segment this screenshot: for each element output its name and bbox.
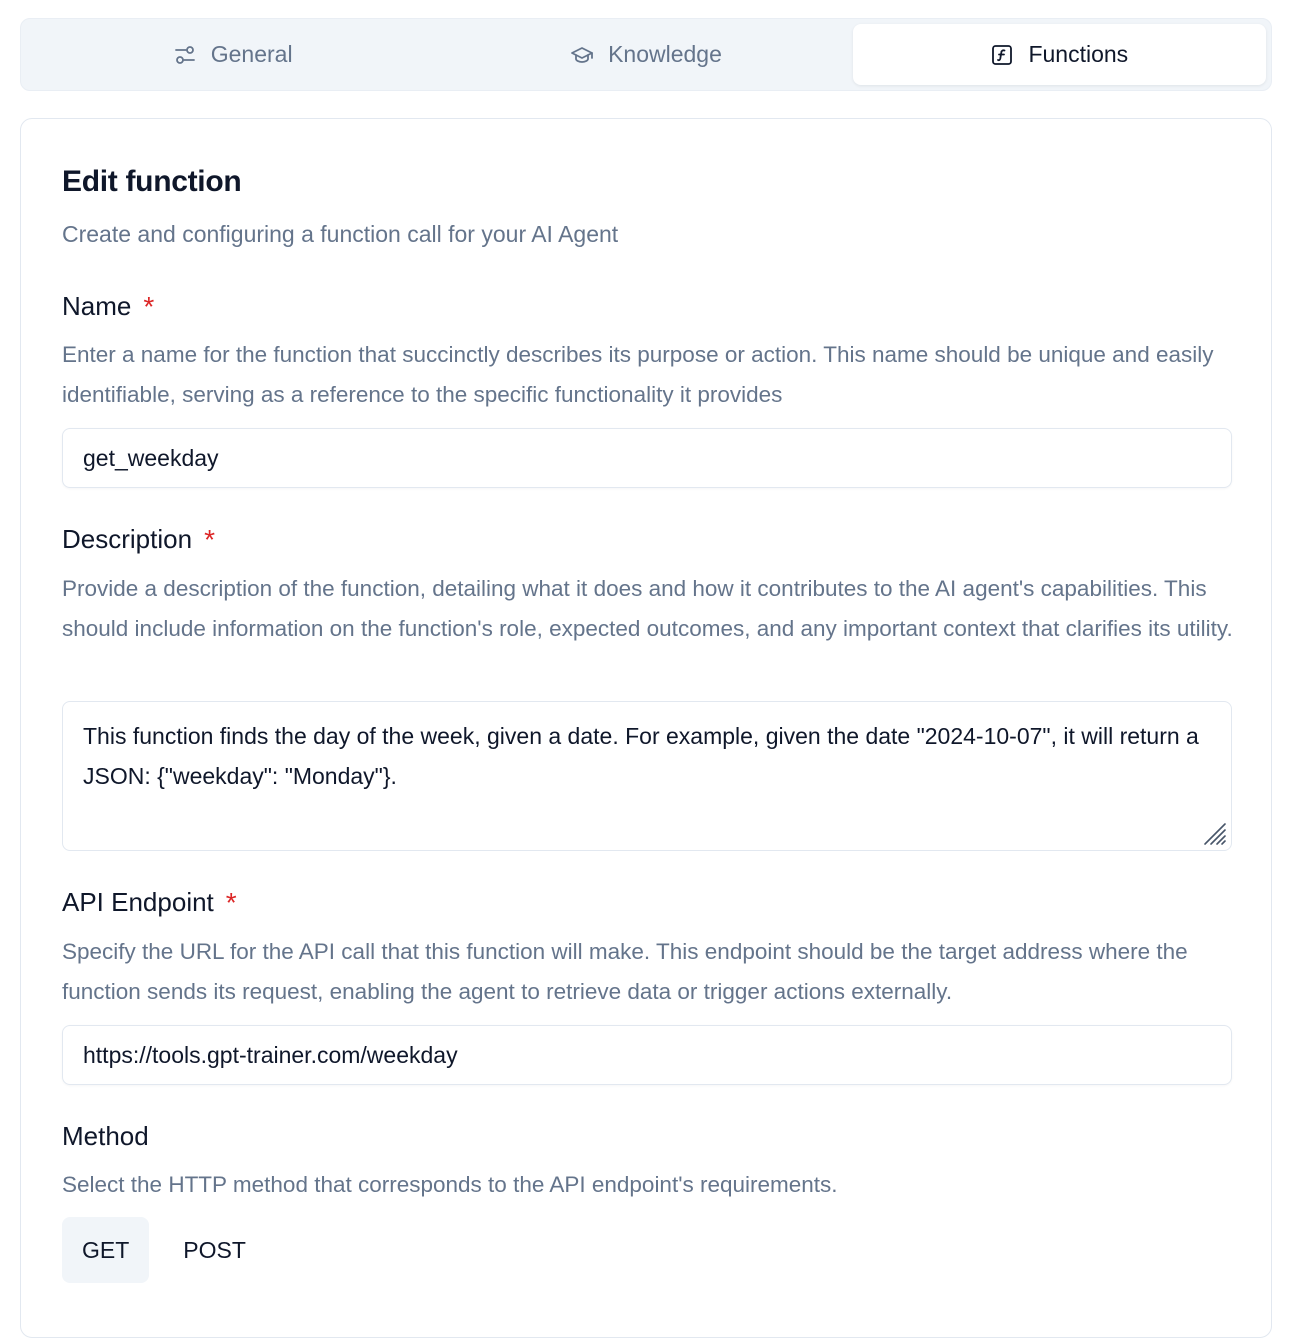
- endpoint-help: Specify the URL for the API call that th…: [62, 939, 1188, 1004]
- endpoint-input-value: https://tools.gpt-trainer.com/weekday: [83, 1041, 458, 1068]
- endpoint-label: API Endpoint *: [62, 887, 237, 918]
- page-title: Edit function: [62, 165, 242, 198]
- tab-functions[interactable]: Functions: [852, 24, 1266, 85]
- tab-bar: General Knowledge Functions: [20, 18, 1272, 91]
- page-subtitle: Create and configuring a function call f…: [62, 221, 619, 247]
- name-help: Enter a name for the function that succi…: [62, 342, 1214, 407]
- description-textarea[interactable]: This function finds the day of the week,…: [62, 701, 1232, 851]
- tab-knowledge-label: Knowledge: [608, 41, 722, 67]
- method-get-button[interactable]: GET: [62, 1217, 150, 1283]
- endpoint-input[interactable]: https://tools.gpt-trainer.com/weekday: [62, 1025, 1232, 1085]
- resize-handle-icon[interactable]: [1203, 822, 1227, 846]
- method-label: Method: [62, 1121, 149, 1152]
- tab-general-label: General: [210, 41, 293, 67]
- description-label-text: Description: [62, 524, 193, 554]
- required-asterisk: *: [225, 886, 237, 918]
- method-selector: GET POST: [62, 1217, 266, 1283]
- name-label: Name *: [62, 291, 154, 322]
- description-label: Description *: [62, 524, 215, 555]
- tab-functions-label: Functions: [1028, 41, 1129, 67]
- tab-knowledge[interactable]: Knowledge: [439, 24, 852, 85]
- required-asterisk: *: [143, 290, 155, 322]
- function-square-icon: [992, 44, 1013, 65]
- method-post-button[interactable]: POST: [163, 1217, 266, 1283]
- tab-general[interactable]: General: [26, 24, 439, 85]
- method-help: Select the HTTP method that corresponds …: [62, 1172, 838, 1197]
- name-label-text: Name: [62, 291, 132, 321]
- description-help: Provide a description of the function, d…: [62, 576, 1233, 641]
- graduation-cap-icon: [571, 46, 593, 63]
- description-textarea-value: This function finds the day of the week,…: [83, 723, 1199, 789]
- endpoint-label-text: API Endpoint: [62, 887, 214, 917]
- required-asterisk: *: [204, 523, 215, 555]
- name-input-value: get_weekday: [83, 444, 219, 471]
- sliders-icon: [174, 45, 195, 64]
- method-label-text: Method: [62, 1121, 149, 1151]
- edit-function-card: Edit function Create and configuring a f…: [20, 118, 1272, 1338]
- name-input[interactable]: get_weekday: [62, 428, 1232, 488]
